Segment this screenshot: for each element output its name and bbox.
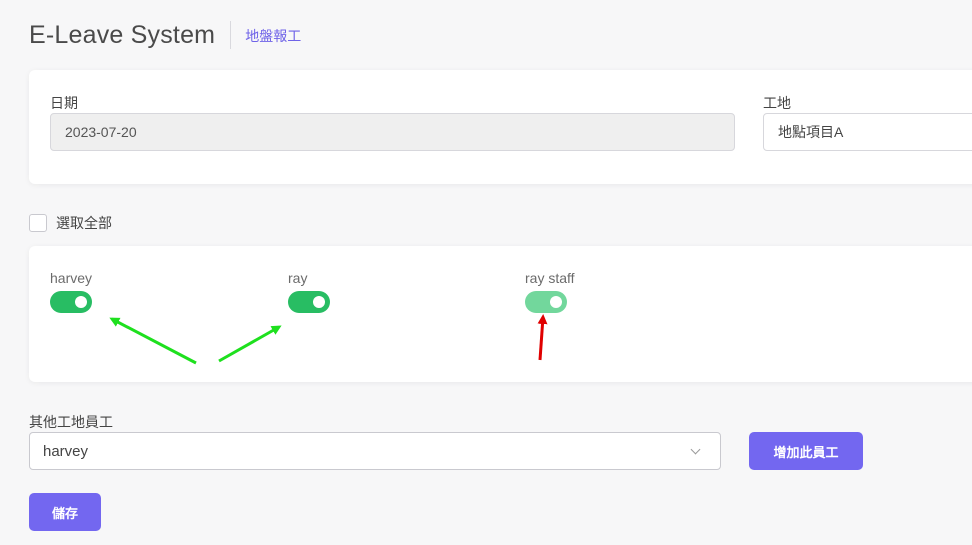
date-site-card: 日期 2023-07-20 工地 地點項目A xyxy=(29,70,972,184)
worker-toggle-disabled[interactable] xyxy=(525,291,567,313)
date-label: 日期 xyxy=(50,95,78,111)
site-label: 工地 xyxy=(763,95,791,111)
other-staff-select[interactable]: harvey xyxy=(29,432,721,470)
toggle-knob xyxy=(550,296,562,308)
worker-toggle[interactable] xyxy=(50,291,92,313)
toggle-knob xyxy=(75,296,87,308)
select-all-checkbox[interactable] xyxy=(29,214,47,232)
worker-item: ray staff xyxy=(525,270,575,313)
header-divider xyxy=(230,21,232,49)
save-button[interactable]: 儲存 xyxy=(29,493,101,531)
site-value: 地點項目A xyxy=(778,124,844,140)
toggle-knob xyxy=(313,296,325,308)
worker-item: harvey xyxy=(50,270,92,313)
add-staff-button[interactable]: 增加此員工 xyxy=(749,432,863,470)
date-value: 2023-07-20 xyxy=(65,124,137,140)
date-input[interactable]: 2023-07-20 xyxy=(50,113,735,151)
page: E-Leave System 地盤報工 日期 2023-07-20 工地 地點項… xyxy=(0,0,972,545)
select-all-row[interactable]: 選取全部 xyxy=(29,213,112,233)
other-staff-label: 其他工地員工 xyxy=(29,414,113,430)
header: E-Leave System 地盤報工 xyxy=(29,18,301,52)
chevron-down-icon xyxy=(690,444,701,454)
other-staff-selected: harvey xyxy=(43,442,89,460)
select-all-label: 選取全部 xyxy=(56,215,112,231)
worker-name: harvey xyxy=(50,270,93,286)
worker-toggle[interactable] xyxy=(288,291,330,313)
workers-card: harvey ray ray staff xyxy=(29,246,972,382)
site-input[interactable]: 地點項目A xyxy=(763,113,972,151)
page-subtitle-link[interactable]: 地盤報工 xyxy=(245,26,301,46)
worker-name: ray staff xyxy=(525,270,575,286)
worker-item: ray xyxy=(288,270,330,313)
app-title: E-Leave System xyxy=(29,20,216,49)
worker-name: ray xyxy=(288,270,308,286)
